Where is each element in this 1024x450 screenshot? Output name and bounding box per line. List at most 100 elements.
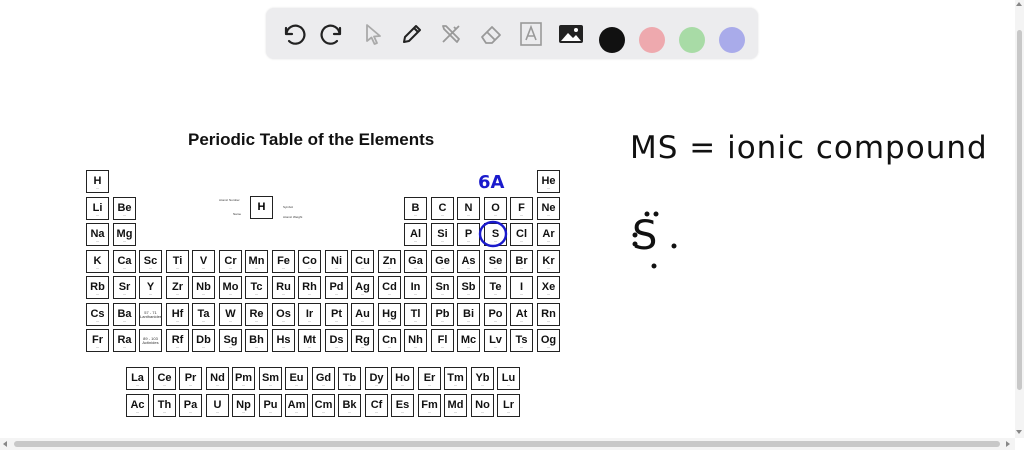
vertical-scrollbar[interactable] (1015, 0, 1024, 438)
element-name-line: — (467, 213, 470, 217)
element-name-line: — (414, 345, 417, 349)
element-cell-rf: Rf — (166, 329, 189, 352)
element-cell-og: Og — (537, 329, 560, 352)
element-cell-ne: Ne — (537, 197, 560, 220)
element-name-line: — (361, 345, 364, 349)
element-cell-v: V — (192, 250, 215, 273)
element-name-line: — (163, 383, 166, 387)
element-cell-lr: Lr — (497, 394, 520, 417)
element-name-line: — (335, 292, 338, 296)
element-cell-ce: Ce — (153, 367, 176, 390)
element-name-line: — (176, 266, 179, 270)
element-name-line: — (454, 410, 457, 414)
element-name-line: — (441, 266, 444, 270)
element-name-line: — (547, 292, 550, 296)
element-cell-ar: Ar — (537, 223, 560, 246)
element-name-line: — (520, 266, 523, 270)
element-cell-in: In — (404, 276, 427, 299)
element-name-line: — (123, 292, 126, 296)
element-name-line: — (123, 239, 126, 243)
element-cell-mo: Mo — (219, 276, 242, 299)
element-cell-zn: Zn — (378, 250, 401, 273)
element-name-line: — (96, 292, 99, 296)
scroll-down-icon[interactable] (1016, 430, 1022, 434)
element-cell-pm: Pm — (232, 367, 255, 390)
element-cell-ag: Ag — (351, 276, 374, 299)
element-name-line: — (520, 345, 523, 349)
element-name-line: — (441, 213, 444, 217)
element-cell-ra: Ra — (113, 329, 136, 352)
element-cell-bk: Bk — (338, 394, 361, 417)
element-cell-pb: Pb — (431, 303, 454, 326)
element-cell-no: No — (471, 394, 494, 417)
element-name-line: — (189, 410, 192, 414)
element-name-line: — (123, 319, 126, 323)
element-cell-nd: Nd — (206, 367, 229, 390)
element-cell-ba: Ba — (113, 303, 136, 326)
element-name-line: — (149, 292, 152, 296)
element-cell-mn: Mn — (245, 250, 268, 273)
element-name-line: — (414, 239, 417, 243)
horizontal-scroll-thumb[interactable] (14, 441, 1000, 447)
key-symbol: H (257, 201, 266, 213)
element-name-line: — (176, 345, 179, 349)
element-cell-cs: Cs — (86, 303, 109, 326)
scroll-right-icon[interactable] (1006, 441, 1010, 447)
element-cell-ta: Ta — (192, 303, 215, 326)
element-cell-th: Th — (153, 394, 176, 417)
element-name-line: — (255, 266, 258, 270)
element-name-line: — (494, 266, 497, 270)
key-label-atomic-weight: Atomic Weight (283, 215, 303, 219)
key-label-symbol: Symbol (283, 205, 294, 209)
horizontal-scrollbar[interactable] (0, 438, 1015, 450)
element-cell-rb: Rb — (86, 276, 109, 299)
element-name-line: — (202, 345, 205, 349)
element-name-line: — (388, 266, 391, 270)
element-name-line: — (547, 345, 550, 349)
element-name-line: — (308, 266, 311, 270)
scroll-left-icon[interactable] (3, 441, 7, 447)
element-cell-tm: Tm — (444, 367, 467, 390)
element-name-line: — (441, 319, 444, 323)
element-cell-ge: Ge — (431, 250, 454, 273)
element-name-line: — (255, 319, 258, 323)
element-cell-sc: Sc — (139, 250, 162, 273)
actinides-placeholder: 89 - 103 Actinides (139, 329, 162, 352)
element-name-line: — (123, 213, 126, 217)
element-cell-fm: Fm — (418, 394, 441, 417)
element-name-line: — (454, 383, 457, 387)
element-cell-fl: Fl — (431, 329, 454, 352)
element-cell-he: He — (537, 170, 560, 193)
element-cell-sr: Sr — (113, 276, 136, 299)
element-cell-es: Es — (391, 394, 414, 417)
element-cell-er: Er — (418, 367, 441, 390)
element-name-line: — (520, 239, 523, 243)
element-name-line: — (494, 213, 497, 217)
element-name-line: — (308, 345, 311, 349)
element-key-example: H (250, 196, 273, 219)
element-cell-mc: Mc — (457, 329, 480, 352)
element-name-line: — (96, 345, 99, 349)
vertical-scroll-thumb[interactable] (1017, 30, 1022, 390)
element-name-line: — (216, 410, 219, 414)
element-name-line: — (322, 410, 325, 414)
element-cell-pu: Pu — (259, 394, 282, 417)
placeholder-label: 89 - 103 Actinides (142, 336, 159, 345)
element-cell-tc: Tc — (245, 276, 268, 299)
element-cell-eu: Eu — (285, 367, 308, 390)
element-name-line: — (335, 345, 338, 349)
element-cell-kr: Kr — (537, 250, 560, 273)
element-cell-bh: Bh — (245, 329, 268, 352)
scroll-up-icon[interactable] (1016, 2, 1022, 6)
element-name-line: — (255, 345, 258, 349)
element-cell-w: W — (219, 303, 242, 326)
element-name-line: — (547, 186, 550, 190)
element-cell-n: N — (457, 197, 480, 220)
element-name-line: — (467, 266, 470, 270)
element-cell-cl: Cl — (510, 223, 533, 246)
element-cell-nb: Nb — (192, 276, 215, 299)
element-name-line: — (494, 319, 497, 323)
element-name-line: — (335, 266, 338, 270)
element-name-line: — (96, 266, 99, 270)
element-name-line: — (428, 383, 431, 387)
